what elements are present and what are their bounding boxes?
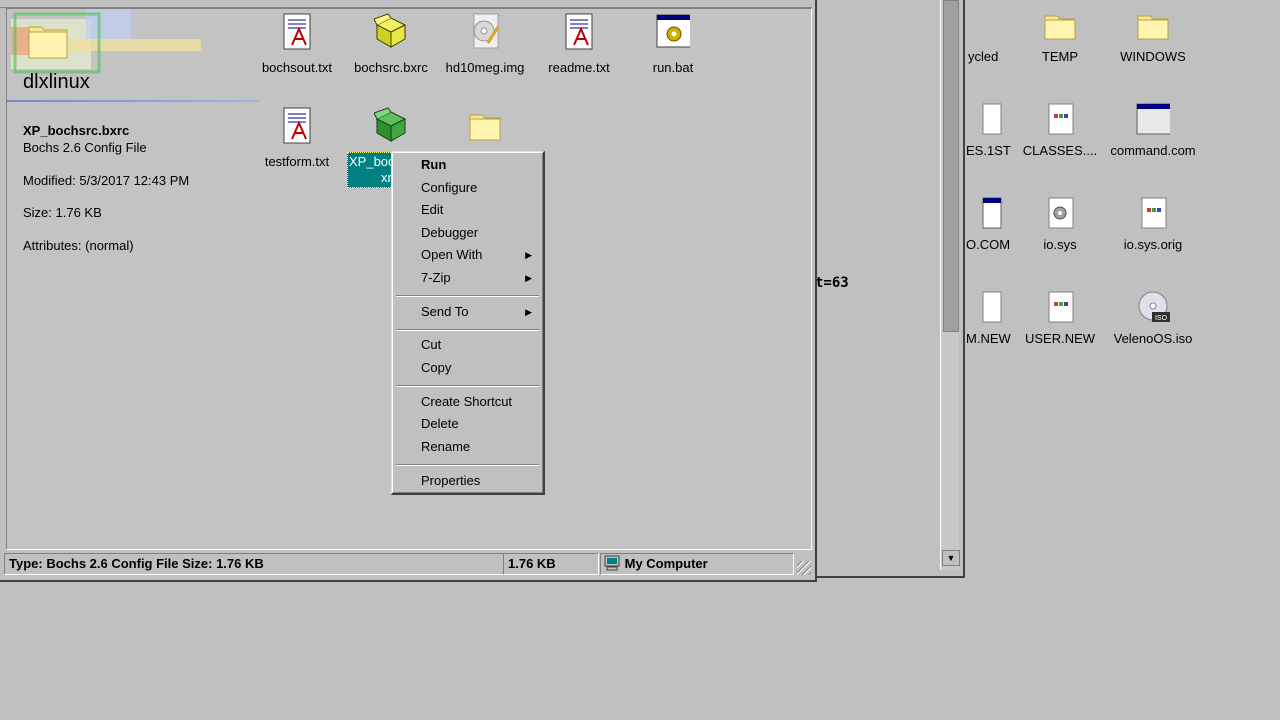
status-location-label: My Computer xyxy=(624,556,708,571)
batch-file-icon xyxy=(656,14,690,48)
svg-text:ISO: ISO xyxy=(1155,315,1168,322)
file-hd10meg-img[interactable]: hd10meg.img xyxy=(437,13,533,75)
status-size-panel: 1.76 KB xyxy=(503,553,599,575)
menu-separator xyxy=(396,329,539,331)
menu-separator xyxy=(396,464,539,466)
submenu-arrow-icon: ▶ xyxy=(525,273,532,283)
resize-grip[interactable] xyxy=(797,561,811,575)
scroll-down-arrow[interactable]: ▼ xyxy=(942,550,960,566)
menu-item-properties[interactable]: Properties xyxy=(394,470,540,492)
menu-item-edit[interactable]: Edit xyxy=(394,199,540,221)
menu-item-send-to[interactable]: Send To ▶ xyxy=(394,301,540,323)
menu-separator xyxy=(396,385,539,387)
context-menu: Run Configure Edit Debugger Open With ▶ 7… xyxy=(391,151,545,495)
menu-item-debugger[interactable]: Debugger xyxy=(394,222,540,244)
folder-icon xyxy=(1137,15,1169,40)
desktop-icon-io-sys-orig[interactable]: io.sys.orig xyxy=(1098,196,1208,252)
text-file-icon xyxy=(1141,197,1167,229)
text-file-icon xyxy=(1048,103,1074,135)
text-document-icon xyxy=(283,107,311,144)
folder-title: dlxlinux xyxy=(23,71,90,93)
menu-item-7zip[interactable]: 7-Zip ▶ xyxy=(394,267,540,289)
file-folder[interactable] xyxy=(437,107,533,154)
folder-icon xyxy=(1044,15,1076,40)
recycle-bin-icon xyxy=(956,8,990,42)
terminal-text: t=63 xyxy=(815,275,849,291)
selected-file-size: Size: 1.76 KB xyxy=(23,205,102,220)
text-document-icon xyxy=(565,13,593,50)
menu-item-rename[interactable]: Rename xyxy=(394,436,540,458)
selected-file-name: XP_bochsrc.bxrc xyxy=(23,123,130,138)
submenu-arrow-icon: ▶ xyxy=(525,250,532,260)
back-window-scrollbar[interactable]: ▼ xyxy=(940,0,960,570)
submenu-arrow-icon: ▶ xyxy=(525,307,532,317)
disk-image-icon xyxy=(473,13,500,49)
file-run-bat[interactable]: run.bat xyxy=(625,13,721,75)
text-document-icon xyxy=(283,13,311,50)
folder-banner-graphic xyxy=(11,9,201,74)
text-file-icon xyxy=(1048,291,1074,323)
dos-app-icon xyxy=(1136,103,1170,135)
menu-item-copy[interactable]: Copy xyxy=(394,357,540,379)
window-top-edge xyxy=(0,0,812,8)
status-bar: Type: Bochs 2.6 Config File Size: 1.76 K… xyxy=(2,551,813,577)
bochs-config-icon xyxy=(374,13,407,48)
title-divider xyxy=(7,100,259,102)
my-computer-icon xyxy=(604,555,620,571)
iso-disc-icon: ISO xyxy=(1138,291,1170,322)
file-bochsrc-bxrc[interactable]: bochsrc.bxrc xyxy=(343,13,439,75)
menu-separator xyxy=(396,295,539,297)
menu-item-cut[interactable]: Cut xyxy=(394,334,540,356)
desktop-icon-windows[interactable]: WINDOWS xyxy=(1098,8,1208,64)
desktop-icon-command-com[interactable]: command.com xyxy=(1098,102,1208,158)
file-testform-txt[interactable]: testform.txt xyxy=(249,107,345,169)
menu-item-configure[interactable]: Configure xyxy=(394,177,540,199)
selected-file-attributes: Attributes: (normal) xyxy=(23,238,134,253)
folder-icon xyxy=(469,114,501,141)
selected-file-modified: Modified: 5/3/2017 12:43 PM xyxy=(23,173,190,188)
desktop-icon-velenoos-iso[interactable]: ISO VelenoOS.iso xyxy=(1098,290,1208,346)
menu-item-create-shortcut[interactable]: Create Shortcut xyxy=(394,391,540,413)
menu-item-run[interactable]: Run xyxy=(394,154,540,176)
file-bochsout-txt[interactable]: bochsout.txt xyxy=(249,13,345,75)
menu-item-delete[interactable]: Delete xyxy=(394,413,540,435)
status-location-panel: My Computer xyxy=(600,553,794,575)
file-readme-txt[interactable]: readme.txt xyxy=(531,13,627,75)
bochs-config-icon xyxy=(374,107,407,142)
selected-file-type: Bochs 2.6 Config File xyxy=(23,140,147,155)
menu-item-open-with[interactable]: Open With ▶ xyxy=(394,244,540,266)
status-type-panel: Type: Bochs 2.6 Config File Size: 1.76 K… xyxy=(4,553,504,575)
system-file-icon xyxy=(1048,197,1074,229)
